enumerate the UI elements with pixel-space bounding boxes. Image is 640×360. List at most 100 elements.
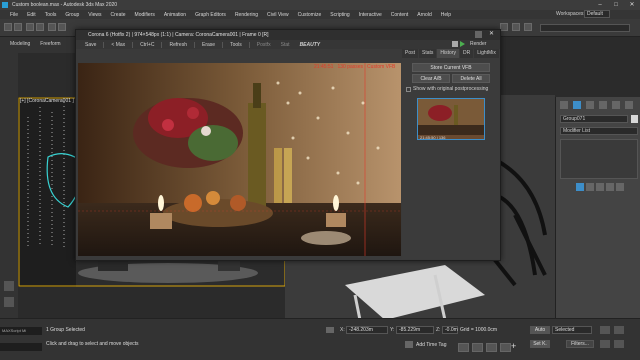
menu-content[interactable]: Content [391,12,409,18]
ribbon-tab-modeling[interactable]: Modeling [10,41,30,49]
hierarchy-tab-icon[interactable] [586,101,594,109]
vfb-to-max-button[interactable]: < Max [108,42,128,48]
modify-tab-icon[interactable] [573,101,581,109]
prev-frame-icon[interactable] [472,343,483,352]
menu-edit[interactable]: Edit [27,12,36,18]
vfb-close-button[interactable]: ✕ [489,30,494,37]
menu-graph-editors[interactable]: Graph Editors [195,12,226,18]
set-key-button[interactable]: Set K. [530,340,550,348]
ribbon: Modeling Freeform [0,37,75,53]
z-coordinate-field[interactable]: -0.0m [442,326,458,334]
render-frame-icon[interactable] [512,23,520,31]
auto-key-button[interactable]: Auto [530,326,550,334]
modifier-stack[interactable] [560,139,638,179]
undo-icon[interactable] [4,23,12,31]
maximize-button[interactable]: □ [608,0,624,10]
make-unique-icon[interactable] [596,183,604,191]
time-tag-icon[interactable] [405,341,413,348]
menu-group[interactable]: Group [65,12,79,18]
tab-lightmix[interactable]: LightMix [474,49,499,58]
remove-modifier-icon[interactable] [606,183,614,191]
vfb-toolbar: Save < Max Ctrl+C Refresh Erase Tools Po… [76,40,500,49]
menu-rendering[interactable]: Rendering [235,12,258,18]
rendered-image[interactable]: 21:45:51 130 passes Custom VFB [78,63,401,256]
delete-all-button[interactable]: Delete All [452,74,490,83]
key-mode-plus-icon[interactable]: + [511,341,516,351]
workspace-select[interactable]: Default [584,10,610,18]
vfb-stat-button[interactable]: Stat [278,42,293,48]
lock-selection-icon[interactable] [326,327,334,333]
menu-modifiers[interactable]: Modifiers [135,12,155,18]
viewport-label[interactable]: [+] [CoronaCamera001 ] [20,98,74,104]
menu-arnold[interactable]: Arnold [417,12,431,18]
utilities-tab-icon[interactable] [625,101,633,109]
clear-ab-button[interactable]: Clear A/B [412,74,450,83]
vfb-refresh-button[interactable]: Refresh [166,42,190,48]
menu-animation[interactable]: Animation [164,12,186,18]
menu-tools[interactable]: Tools [45,12,57,18]
vfb-erase-button[interactable]: Erase [199,42,218,48]
vfb-copy-button[interactable]: Ctrl+C [137,42,157,48]
menu-civil-view[interactable]: Civil View [267,12,289,18]
ribbon-tab-freeform[interactable]: Freeform [40,41,60,49]
show-end-result-icon[interactable] [586,183,594,191]
tab-dr[interactable]: DR [459,49,474,58]
vfb-title: Corona 6 (Hotfix 2) | 974×548px (1:1) | … [88,32,269,38]
vfb-render-button[interactable]: Render [470,41,486,47]
maxscript-listener[interactable]: MAXScript Mi [0,327,42,335]
add-time-tag-button[interactable]: Add Time Tag [416,342,446,348]
next-frame-icon[interactable] [500,343,511,352]
vfb-channel-select[interactable]: BEAUTY [297,42,324,48]
vfb-maximize-button[interactable] [475,31,482,38]
render-setup-icon[interactable] [500,23,508,31]
stop-icon[interactable] [452,41,458,47]
pin-icon[interactable] [4,297,14,307]
close-button[interactable]: ✕ [624,0,640,10]
maxscript-input[interactable] [0,343,42,351]
configure-sets-icon[interactable] [616,183,624,191]
menu-views[interactable]: Views [88,12,101,18]
play-animation-icon[interactable] [486,343,497,352]
tab-history[interactable]: History [437,49,459,58]
minimize-button[interactable]: – [592,0,608,10]
vfb-tools-button[interactable]: Tools [227,42,245,48]
tab-post[interactable]: Post [402,49,419,58]
tab-stats[interactable]: Stats [419,49,437,58]
vfb-postfx-button[interactable]: Postfx [254,42,274,48]
viewport-layout-icon[interactable] [4,281,14,291]
create-tab-icon[interactable] [560,101,568,109]
modifier-list-dropdown[interactable]: Modifier List [560,127,638,135]
object-name-field[interactable]: Group071 [560,115,628,123]
x-coordinate-field[interactable]: -248.203m [346,326,388,334]
orbit-icon[interactable] [614,340,624,348]
menu-scripting[interactable]: Scripting [330,12,349,18]
unlink-icon[interactable] [36,23,44,31]
select-icon[interactable] [48,23,56,31]
menu-interactive[interactable]: Interactive [359,12,382,18]
menu-create[interactable]: Create [111,12,126,18]
pin-stack-icon[interactable] [576,183,584,191]
field-of-view-icon[interactable] [600,340,610,348]
render-production-icon[interactable] [524,23,532,31]
menu-customize[interactable]: Customize [298,12,322,18]
menu-file[interactable]: File [10,12,18,18]
object-color-swatch[interactable] [631,115,638,123]
zoom-all-icon[interactable] [614,326,624,334]
goto-start-icon[interactable] [458,343,469,352]
vfb-save-button[interactable]: Save [82,42,99,48]
redo-icon[interactable] [14,23,22,31]
key-filters-button[interactable]: Filters... [566,340,594,348]
project-path-field[interactable] [540,24,630,32]
move-icon[interactable] [58,23,66,31]
y-coordinate-field[interactable]: -85.229m [396,326,434,334]
motion-tab-icon[interactable] [599,101,607,109]
store-current-vfb-button[interactable]: Store Current VFB [412,63,490,72]
history-thumbnail[interactable]: 21:45:50 | 136 [417,98,485,140]
key-filter-select[interactable]: Selected [552,326,592,334]
show-original-checkbox[interactable] [406,86,411,92]
link-icon[interactable] [26,23,34,31]
zoom-icon[interactable] [600,326,610,334]
menu-help[interactable]: Help [441,12,451,18]
play-icon[interactable] [460,41,465,47]
display-tab-icon[interactable] [612,101,620,109]
